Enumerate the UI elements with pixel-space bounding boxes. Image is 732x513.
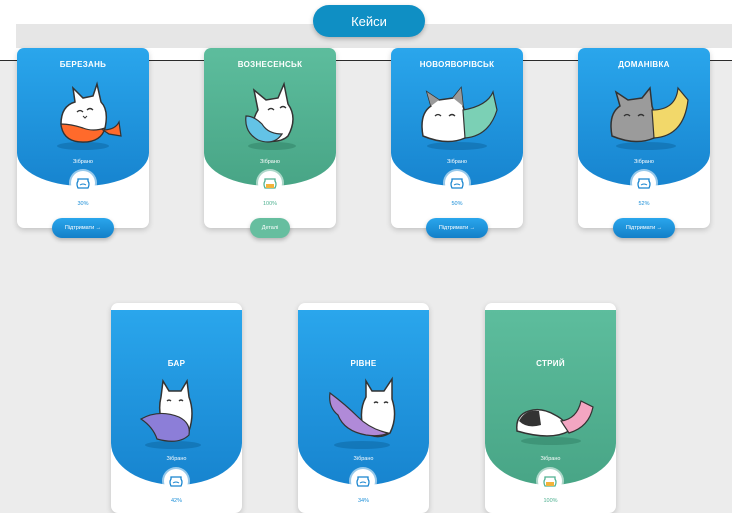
card-city-title: ДОМАНІВКА: [618, 60, 670, 69]
case-card-voznesensk: ВОЗНЕСЕНСЬК Зібрано 100%: [204, 48, 336, 228]
case-card-stryi: СТРИЙ Зібрано 100%: [485, 303, 616, 513]
case-card-novoyavorivsk: НОВОЯВОРІВСЬК Зібрано 50%: [391, 48, 523, 228]
fish-jar-icon: [538, 469, 562, 493]
card-city-title: СТРИЙ: [536, 359, 565, 368]
collected-label: Зібрано: [540, 456, 561, 462]
card-city-title: БЕРЕЗАНЬ: [59, 60, 107, 69]
cases-button[interactable]: Кейси: [313, 5, 425, 37]
collected-label: Зібрано: [260, 159, 280, 165]
fish-jar-icon: [351, 469, 375, 493]
fish-jar-icon: [445, 171, 469, 195]
support-button[interactable]: Підтримати →: [613, 218, 675, 238]
fish-jar-icon: [632, 171, 656, 195]
case-card-bar: БАР Зібрано 42%: [111, 303, 242, 513]
progress-percent: 34%: [357, 498, 369, 504]
card-city-title: ВОЗНЕСЕНСЬК: [237, 60, 303, 69]
fish-jar-icon: [258, 171, 282, 195]
cat-mermaid-illustration: [610, 86, 689, 150]
collected-label: Зібрано: [73, 159, 93, 165]
card-city-title: БАР: [167, 359, 186, 368]
fish-jar-icon: [164, 469, 188, 493]
case-card-rivne: РІВНЕ Зібрано 34%: [298, 303, 429, 513]
cat-mermaid-illustration: [139, 378, 201, 449]
collected-label: Зібрано: [166, 456, 187, 462]
collected-label: Зібрано: [634, 159, 654, 165]
case-card-domanivka: ДОМАНІВКА Зібрано 52%: [578, 48, 710, 228]
progress-percent: 42%: [170, 498, 182, 504]
progress-percent: 50%: [451, 201, 463, 207]
progress-percent: 52%: [638, 201, 650, 207]
progress-percent: 30%: [77, 201, 89, 207]
collected-label: Зібрано: [353, 456, 374, 462]
card-city-title: РІВНЕ: [350, 359, 377, 368]
case-card-berezan: БЕРЕЗАНЬ Зібрано 30%: [17, 48, 149, 228]
support-button[interactable]: Підтримати →: [52, 218, 114, 238]
progress-percent: 100%: [543, 498, 558, 504]
cat-mermaid-illustration: [421, 86, 498, 150]
card-city-title: НОВОЯВОРІВСЬК: [419, 60, 495, 69]
progress-percent: 100%: [262, 201, 278, 207]
cat-mermaid-illustration: [516, 400, 594, 445]
collected-label: Зібрано: [447, 159, 467, 165]
fish-jar-icon: [71, 171, 95, 195]
details-button[interactable]: Деталі: [250, 218, 290, 238]
cat-mermaid-illustration: [245, 81, 296, 150]
cat-mermaid-illustration: [57, 81, 122, 150]
support-button[interactable]: Підтримати →: [426, 218, 488, 238]
cat-mermaid-illustration: [329, 376, 396, 449]
